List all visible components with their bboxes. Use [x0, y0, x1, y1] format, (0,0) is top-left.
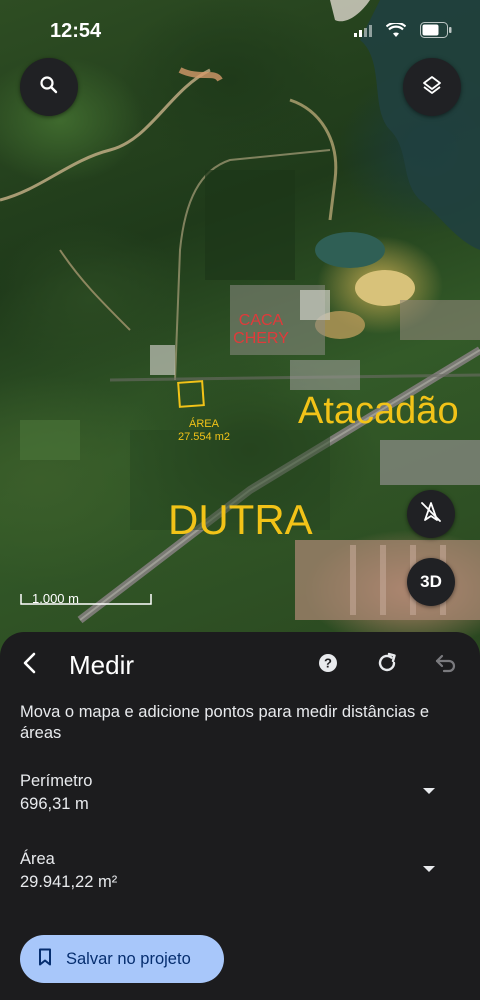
refresh-icon	[375, 651, 399, 680]
undo-button[interactable]	[433, 652, 459, 678]
search-icon	[39, 75, 59, 100]
measure-sheet: Medir ? Mova o mapa e adicione pontos pa…	[0, 632, 480, 1000]
view-3d-button[interactable]: 3D	[407, 558, 455, 606]
help-icon: ?	[318, 653, 338, 678]
perimeter-label: Perímetro	[20, 772, 93, 790]
caca-label-line1: CACA	[238, 312, 284, 329]
area-annotation-title: ÁREA	[189, 418, 219, 430]
sheet-header: Medir ?	[0, 632, 480, 700]
status-icons	[354, 21, 452, 43]
status-time: 12:54	[50, 20, 102, 42]
svg-text:?: ?	[324, 655, 332, 670]
help-button[interactable]: ?	[315, 652, 341, 678]
back-button[interactable]	[12, 648, 46, 682]
atacadao-label: Atacadão	[298, 390, 459, 432]
status-bar: 12:54	[0, 0, 480, 60]
compass-off-icon	[419, 500, 443, 529]
compass-button[interactable]	[407, 490, 455, 538]
layers-button[interactable]	[403, 58, 461, 116]
search-button[interactable]	[20, 58, 78, 116]
perimeter-row[interactable]: Perímetro 696,31 m	[20, 772, 460, 814]
view-3d-label: 3D	[420, 572, 442, 591]
satellite-map[interactable]: 12:54 3D ÁREA 27.554 m2 CACA CHERY Ataca…	[0, 0, 480, 660]
scale-label: 1.000 m	[32, 591, 79, 606]
area-dropdown-icon[interactable]	[422, 864, 436, 874]
perimeter-value: 696,31 m	[20, 795, 89, 813]
wifi-icon	[385, 21, 407, 42]
back-icon	[20, 651, 38, 680]
battery-icon	[420, 22, 452, 43]
perimeter-dropdown-icon[interactable]	[422, 786, 436, 796]
area-label: Área	[20, 850, 55, 868]
layers-icon	[421, 74, 443, 101]
area-row[interactable]: Área 29.941,22 m²	[20, 850, 460, 892]
dutra-label: DUTRA	[168, 496, 313, 543]
area-annotation: ÁREA 27.554 m2	[176, 418, 232, 444]
refresh-button[interactable]	[374, 652, 400, 678]
sheet-title: Medir	[69, 650, 135, 680]
bookmark-icon	[38, 948, 52, 971]
instruction-text: Mova o mapa e adicione pontos para medir…	[20, 703, 430, 742]
caca-chery-label: CACA CHERY	[226, 312, 296, 348]
caca-label-line2: CHERY	[233, 330, 289, 347]
save-button-label: Salvar no projeto	[66, 949, 191, 968]
area-value: 29.941,22 m²	[20, 873, 118, 891]
save-to-project-button[interactable]: Salvar no projeto	[20, 935, 224, 983]
signal-icon	[354, 24, 372, 42]
area-outline	[177, 380, 205, 408]
area-annotation-value: 27.554 m2	[178, 431, 230, 443]
undo-icon	[434, 651, 458, 680]
